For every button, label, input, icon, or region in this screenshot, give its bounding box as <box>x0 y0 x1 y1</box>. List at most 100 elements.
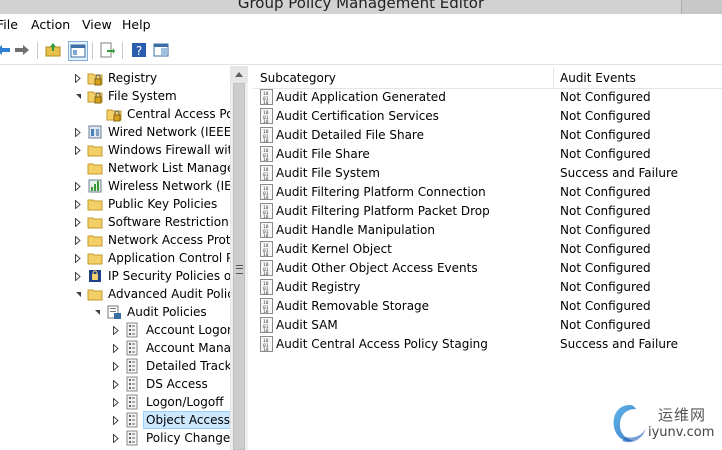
list-row[interactable]: 10 01 10 Audit File Share Not Configured <box>253 145 722 164</box>
collapsed-arrow-icon[interactable] <box>74 267 82 285</box>
console-tree[interactable]: Registry File System Central Access Policy… <box>0 66 230 450</box>
scroll-thumb[interactable] <box>233 83 245 450</box>
collapsed-arrow-icon[interactable] <box>74 123 82 141</box>
list-row[interactable]: 10 01 10 Audit Filtering Platform Connectio… <box>253 183 722 202</box>
expanded-arrow-icon[interactable] <box>74 285 82 303</box>
expanded-arrow-icon[interactable] <box>93 303 101 321</box>
audit-category-icon <box>125 394 145 410</box>
tree-item[interactable]: Central Access Policy <box>106 105 230 123</box>
column-subcategory[interactable]: Subcategory <box>260 68 336 88</box>
list-row[interactable]: 10 01 10 Audit Detailed File Share Not Confi… <box>253 126 722 145</box>
collapsed-arrow-icon[interactable] <box>74 177 82 195</box>
collapsed-arrow-icon[interactable] <box>112 375 120 393</box>
subcategory-name: Audit Registry <box>276 280 361 294</box>
list-row[interactable]: 10 01 10 Audit Registry Not Configured <box>253 278 722 297</box>
svg-text:10: 10 <box>263 214 269 219</box>
menu-help[interactable]: Help <box>122 17 151 32</box>
title-bar: Group Policy Management Editor <box>0 0 722 14</box>
tree-item[interactable]: Account Logon <box>113 321 230 339</box>
tree-item[interactable]: File System <box>75 87 178 105</box>
scroll-grip-icon <box>236 265 243 274</box>
list-row[interactable]: 10 01 10 Audit Application Generated Not Con… <box>253 88 722 107</box>
subcategory-name: Audit File Share <box>276 147 370 161</box>
tree-item[interactable]: Wired Network (IEEE 802.3) Policies <box>75 123 230 141</box>
tree-item[interactable]: Application Control Policies <box>75 249 230 267</box>
list-header: Subcategory Audit Events <box>253 68 722 89</box>
show-hide-tree-icon[interactable] <box>68 41 88 61</box>
list-row[interactable]: 10 01 10 Audit File System Success and Failu… <box>253 164 722 183</box>
tree-item-label: Network Access Protection <box>108 233 230 247</box>
tree-item[interactable]: Advanced Audit Policy Configuration <box>75 285 230 303</box>
collapsed-arrow-icon[interactable] <box>74 231 82 249</box>
tree-item[interactable]: Software Restriction Policies <box>75 213 230 231</box>
tree-item-label: Software Restriction Policies <box>108 215 230 229</box>
tree-item[interactable]: Registry <box>75 69 158 87</box>
audit-subcategory-icon: 100110 <box>260 260 273 276</box>
audit-subcategory-icon: 100110 <box>260 127 273 143</box>
list-row[interactable]: 10 01 10 Audit Filtering Platform Packet Dr… <box>253 202 722 221</box>
collapsed-arrow-icon[interactable] <box>74 141 82 159</box>
tree-item[interactable]: Audit Policies <box>94 303 208 321</box>
collapsed-arrow-icon[interactable] <box>112 393 120 411</box>
column-divider[interactable] <box>553 68 554 88</box>
list-row[interactable]: 10 01 10 Audit Certification Services Not Co… <box>253 107 722 126</box>
menu-view[interactable]: View <box>82 17 112 32</box>
audit-events-value: Not Configured <box>560 128 651 142</box>
tree-item[interactable]: Public Key Policies <box>75 195 218 213</box>
column-audit-events[interactable]: Audit Events <box>560 68 636 88</box>
scroll-up-arrow-icon[interactable] <box>231 66 248 83</box>
audit-policies-icon <box>106 304 126 320</box>
audit-subcategory-icon: 100110 <box>260 89 273 105</box>
collapsed-arrow-icon[interactable] <box>112 339 120 357</box>
menu-action[interactable]: Action <box>31 17 70 32</box>
watermark: 运维网 iyunv.com <box>608 398 722 450</box>
tree-item[interactable]: Windows Firewall with Advanced Security <box>75 141 230 159</box>
list-row[interactable]: 10 01 10 Audit SAM Not Configured <box>253 316 722 335</box>
collapsed-arrow-icon[interactable] <box>112 411 120 429</box>
svg-text:10: 10 <box>263 252 269 257</box>
collapsed-arrow-icon[interactable] <box>74 195 82 213</box>
list-row[interactable]: 10 01 10 Audit Handle Manipulation Not Confi… <box>253 221 722 240</box>
up-folder-icon[interactable] <box>44 41 62 59</box>
collapsed-arrow-icon[interactable] <box>112 357 120 375</box>
list-row[interactable]: 10 01 10 Audit Central Access Policy Stagin… <box>253 335 722 354</box>
toolbar-separator <box>37 42 38 59</box>
tree-scrollbar[interactable] <box>230 66 248 450</box>
svg-text:10: 10 <box>263 290 269 295</box>
watermark-text-en: iyunv.com <box>648 425 715 440</box>
back-icon[interactable] <box>0 41 12 59</box>
tree-item[interactable]: Network List Manager Policies <box>87 159 230 177</box>
help-icon[interactable]: ? <box>130 41 148 59</box>
collapsed-arrow-icon[interactable] <box>74 213 82 231</box>
collapsed-arrow-icon[interactable] <box>112 321 120 339</box>
list-row[interactable]: 10 01 10 Audit Other Object Access Events No… <box>253 259 722 278</box>
folder-icon <box>87 214 107 230</box>
list-row[interactable]: 10 01 10 Audit Kernel Object Not Configured <box>253 240 722 259</box>
expanded-arrow-icon[interactable] <box>74 87 82 105</box>
forward-icon[interactable] <box>13 41 31 59</box>
tree-item[interactable]: Network Access Protection <box>75 231 230 249</box>
close-button[interactable] <box>681 0 722 14</box>
audit-events-value: Success and Failure <box>560 166 678 180</box>
subcategory-name: Audit Removable Storage <box>276 299 430 313</box>
audit-subcategory-icon: 100110 <box>260 317 273 333</box>
tree-item[interactable]: Detailed Tracking <box>113 357 230 375</box>
list-row[interactable]: 10 01 10 Audit Removable Storage Not Configu… <box>253 297 722 316</box>
tree-item[interactable]: Account Management <box>113 339 230 357</box>
audit-subcategory-icon: 100110 <box>260 165 273 181</box>
tree-item[interactable]: IP Security Policies on Active Directory <box>75 267 230 285</box>
tree-item[interactable]: DS Access <box>113 375 209 393</box>
collapsed-arrow-icon[interactable] <box>74 249 82 267</box>
properties-pane-icon[interactable] <box>152 41 170 59</box>
menu-file[interactable]: File <box>0 17 18 32</box>
tree-item[interactable]: Object Access <box>113 411 230 429</box>
collapsed-arrow-icon[interactable] <box>74 69 82 87</box>
export-list-icon[interactable] <box>98 41 116 59</box>
subcategory-name: Audit Handle Manipulation <box>276 223 435 237</box>
tree-item[interactable]: Wireless Network (IEEE 802.11) Policies <box>75 177 230 195</box>
audit-events-value: Not Configured <box>560 109 651 123</box>
tree-item[interactable]: Policy Change <box>113 429 230 447</box>
collapsed-arrow-icon[interactable] <box>112 429 120 447</box>
tree-item-label: Object Access <box>143 411 230 429</box>
tree-item[interactable]: Logon/Logoff <box>113 393 224 411</box>
